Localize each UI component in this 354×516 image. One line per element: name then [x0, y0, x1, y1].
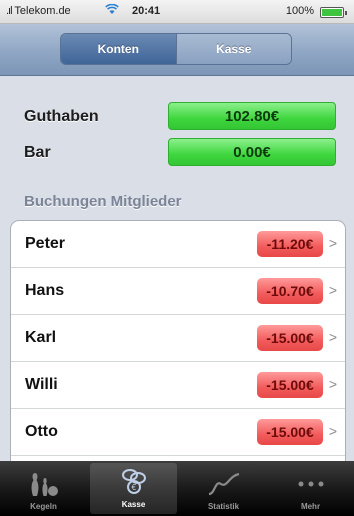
chevron-right-icon: >: [328, 235, 337, 251]
section-header-members: Buchungen Mitglieder: [24, 193, 182, 210]
member-balance-badge: -15.00€: [257, 325, 323, 351]
member-balance-badge: -11.20€: [257, 231, 323, 257]
member-name: Otto: [25, 423, 58, 440]
table-row[interactable]: Karl -15.00€ >: [11, 315, 345, 362]
tab-mehr[interactable]: Mehr: [267, 461, 354, 516]
battery-fill: [322, 9, 342, 16]
tab-label: Kegeln: [30, 502, 57, 511]
wifi-icon: [105, 3, 119, 18]
tab-statistik[interactable]: Statistik: [180, 461, 267, 516]
segmented-control: Konten Kasse: [60, 33, 292, 65]
more-dots-icon: [291, 469, 331, 499]
segment-kasse[interactable]: Kasse: [176, 34, 291, 64]
tab-kegeln[interactable]: Kegeln: [0, 461, 87, 516]
table-row[interactable]: Hans -10.70€ >: [11, 268, 345, 315]
balance-row-bar: Bar 0.00€: [0, 138, 354, 168]
navigation-bar: Konten Kasse: [0, 24, 354, 76]
balance-label: Guthaben: [24, 108, 99, 125]
table-row[interactable]: Willi -15.00€ >: [11, 362, 345, 409]
battery-percent: 100%: [285, 5, 314, 17]
chart-line-icon: [204, 469, 244, 499]
balance-value: 102.80€: [168, 102, 336, 130]
member-name: Peter: [25, 235, 66, 252]
tab-kasse[interactable]: € Kasse: [90, 463, 177, 514]
tab-label: Statistik: [207, 502, 240, 511]
table-row[interactable]: Peter -11.20€ >: [11, 221, 345, 268]
table-row[interactable]: Otto -15.00€ >: [11, 409, 345, 456]
carrier-name: Telekom.de: [14, 5, 71, 17]
balance-label: Bar: [24, 144, 51, 161]
signal-bars-icon: .ıl: [6, 5, 12, 17]
svg-text:€: €: [131, 483, 136, 492]
chevron-right-icon: >: [328, 282, 337, 298]
status-bar: .ıl Telekom.de 20:41 100%: [0, 0, 354, 24]
member-name: Karl: [25, 329, 57, 346]
member-balance-badge: -10.70€: [257, 278, 323, 304]
bowling-pins-icon: [24, 469, 64, 499]
coins-icon: €: [114, 467, 154, 497]
member-balance-badge: -15.00€: [257, 372, 323, 398]
segment-konten[interactable]: Konten: [61, 34, 177, 64]
member-name: Willi: [25, 376, 58, 393]
chevron-right-icon: >: [328, 376, 337, 392]
main-content: Guthaben 102.80€ Bar 0.00€ Buchungen Mit…: [0, 77, 354, 461]
balance-row-guthaben: Guthaben 102.80€: [0, 102, 354, 132]
member-name: Hans: [25, 282, 65, 299]
members-table[interactable]: Peter -11.20€ > Hans -10.70€ > Karl -15.…: [10, 220, 346, 461]
chevron-right-icon: >: [328, 423, 337, 439]
status-time: 20:41: [132, 5, 161, 17]
chevron-right-icon: >: [328, 329, 337, 345]
carrier-label: .ıl Telekom.de: [6, 5, 71, 17]
balance-value: 0.00€: [168, 138, 336, 166]
member-balance-badge: -15.00€: [257, 419, 323, 445]
tab-label: Kasse: [121, 500, 146, 509]
tab-bar: Kegeln € Kasse Statistik Mehr: [0, 461, 354, 516]
battery-icon: [320, 7, 347, 18]
tab-label: Mehr: [300, 502, 321, 511]
